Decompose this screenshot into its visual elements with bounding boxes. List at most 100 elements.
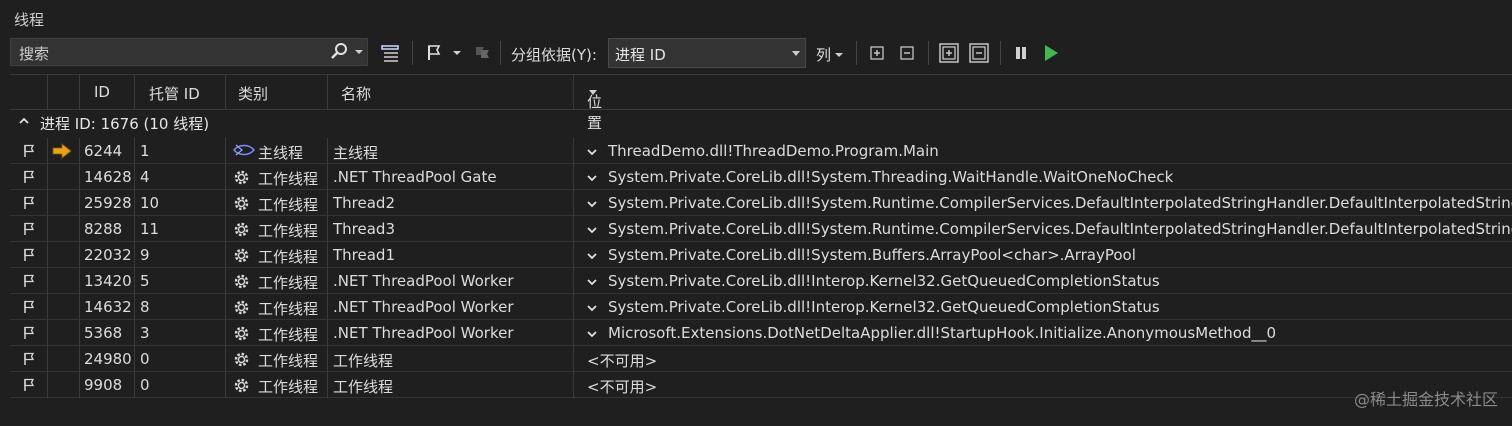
flag-icon xyxy=(428,45,441,60)
flag-icon[interactable] xyxy=(22,196,36,214)
minus-box-icon xyxy=(900,46,914,60)
thread-row[interactable]: 6244 1 主线程 主线程 ThreadDemo.dll!ThreadDemo.Pro… xyxy=(10,138,1512,164)
flag-cell xyxy=(10,164,48,190)
expand-group-button[interactable] xyxy=(866,41,888,65)
flag-button[interactable] xyxy=(422,41,446,65)
column-label: 托管 ID xyxy=(149,85,200,103)
column-label: 位置 xyxy=(587,83,602,132)
managed-id-cell: 4 xyxy=(135,164,226,190)
thread-row[interactable]: 8288 11 工作线程 Thread3 System.Private.CoreLib.… xyxy=(10,216,1512,242)
thread-category: 工作线程 xyxy=(258,222,319,240)
worker-thread-gear-icon xyxy=(233,247,250,268)
thread-location: System.Private.CoreLib.dll!System.Runtim… xyxy=(608,220,1512,238)
flag-icon[interactable] xyxy=(22,300,36,318)
flag-cell xyxy=(10,346,48,372)
search-icon[interactable] xyxy=(329,42,349,66)
location-cell: System.Private.CoreLib.dll!Interop.Kerne… xyxy=(574,268,1512,294)
flag-cell xyxy=(10,372,48,398)
search-dropdown-icon[interactable] xyxy=(354,44,364,64)
thread-row[interactable]: 24980 0 工作线程 工作线程 <不可用> xyxy=(10,346,1512,372)
thread-category: 工作线程 xyxy=(258,274,319,292)
name-cell: .NET ThreadPool Gate xyxy=(328,164,574,190)
current-thread-cell xyxy=(48,164,80,190)
play-icon xyxy=(1045,45,1058,61)
watermark: @稀土掘金技术社区 xyxy=(1353,390,1498,409)
worker-thread-gear-icon xyxy=(233,299,250,320)
worker-thread-gear-icon xyxy=(233,221,250,242)
column-header-name[interactable]: 名称 xyxy=(328,75,574,109)
expand-callstack-chevron-down-icon[interactable] xyxy=(586,274,598,292)
collapse-all-button[interactable] xyxy=(967,41,991,65)
group-by-select[interactable]: 进程 ID xyxy=(608,38,806,68)
thread-row[interactable]: 14632 8 工作线程 .NET ThreadPool Worker System.P… xyxy=(10,294,1512,320)
chevron-down-icon xyxy=(792,51,800,56)
id-cell: 8288 xyxy=(80,216,135,242)
flag-dropdown-button[interactable] xyxy=(450,41,464,65)
flag-cell xyxy=(10,216,48,242)
thread-id: 6244 xyxy=(84,142,123,160)
expand-callstack-chevron-down-icon[interactable] xyxy=(586,326,598,344)
expand-callstack-chevron-down-icon[interactable] xyxy=(586,222,598,240)
current-thread-cell xyxy=(48,242,80,268)
thaw-threads-button[interactable] xyxy=(1040,41,1062,65)
thread-row[interactable]: 5368 3 工作线程 .NET ThreadPool Worker Microsoft… xyxy=(10,320,1512,346)
chevron-down-icon xyxy=(453,51,461,55)
flag-cell xyxy=(10,320,48,346)
column-header-flag[interactable] xyxy=(10,75,48,109)
thread-id: 24980 xyxy=(84,350,132,368)
expand-all-button[interactable] xyxy=(937,41,961,65)
worker-thread-gear-icon xyxy=(233,351,250,372)
managed-thread-id: 10 xyxy=(140,194,160,212)
flag-icon[interactable] xyxy=(22,274,36,292)
expand-callstack-chevron-down-icon[interactable] xyxy=(586,170,598,188)
flag-just-my-code-button[interactable] xyxy=(470,41,494,65)
name-cell: Thread3 xyxy=(328,216,574,242)
flag-icon[interactable] xyxy=(22,378,36,396)
expand-callstack-chevron-down-icon[interactable] xyxy=(586,300,598,318)
managed-thread-id: 4 xyxy=(140,168,150,186)
collapse-group-button[interactable] xyxy=(896,41,918,65)
group-by-value: 进程 ID xyxy=(615,46,666,64)
id-cell: 9908 xyxy=(80,372,135,398)
worker-thread-gear-icon xyxy=(233,377,250,398)
expand-callstacks-button[interactable] xyxy=(378,41,402,65)
id-cell: 14632 xyxy=(80,294,135,320)
current-thread-cell xyxy=(48,294,80,320)
thread-row[interactable]: 13420 5 工作线程 .NET ThreadPool Worker System.P… xyxy=(10,268,1512,294)
column-header-category[interactable]: 类别 xyxy=(226,75,328,109)
flag-icon[interactable] xyxy=(22,326,36,344)
flag-icon[interactable] xyxy=(22,248,36,266)
freeze-threads-button[interactable] xyxy=(1010,41,1032,65)
thread-row[interactable]: 25928 10 工作线程 Thread2 System.Private.CoreLib… xyxy=(10,190,1512,216)
flag-icon[interactable] xyxy=(22,170,36,188)
column-header-managed-id[interactable]: 托管 ID xyxy=(135,75,226,109)
process-group-header[interactable]: 进程 ID: 1676 (10 线程) xyxy=(10,111,1512,133)
location-cell: Microsoft.Extensions.DotNetDeltaApplier.… xyxy=(574,320,1512,346)
flag-icon[interactable] xyxy=(22,144,36,162)
search-box[interactable]: 搜索 xyxy=(10,38,368,66)
column-header-current[interactable] xyxy=(48,75,80,109)
managed-thread-id: 0 xyxy=(140,350,150,368)
flag-icon[interactable] xyxy=(22,222,36,240)
current-thread-cell xyxy=(48,320,80,346)
flag-icon[interactable] xyxy=(22,352,36,370)
column-header-id[interactable]: ID xyxy=(80,75,135,109)
expand-callstack-chevron-down-icon[interactable] xyxy=(586,196,598,214)
thread-row[interactable]: 14628 4 工作线程 .NET ThreadPool Gate System.Pri… xyxy=(10,164,1512,190)
thread-location: System.Private.CoreLib.dll!System.Buffer… xyxy=(608,246,1136,264)
expand-callstack-chevron-down-icon[interactable] xyxy=(586,144,598,162)
column-header-location[interactable]: 位置 xyxy=(574,75,1512,132)
managed-id-cell: 9 xyxy=(135,242,226,268)
thread-row[interactable]: 9908 0 工作线程 工作线程 <不可用> xyxy=(10,372,1512,398)
name-cell: Thread1 xyxy=(328,242,574,268)
columns-menu-button[interactable]: 列 xyxy=(816,44,845,65)
current-thread-cell xyxy=(48,216,80,242)
managed-thread-id: 8 xyxy=(140,298,150,316)
thread-id: 13420 xyxy=(84,272,132,290)
expand-callstack-chevron-down-icon[interactable] xyxy=(586,248,598,266)
thread-row[interactable]: 22032 9 工作线程 Thread1 System.Private.CoreLib.… xyxy=(10,242,1512,268)
thread-location: System.Private.CoreLib.dll!Interop.Kerne… xyxy=(608,298,1160,316)
search-input[interactable]: 搜索 xyxy=(19,43,49,64)
thread-id: 14632 xyxy=(84,298,132,316)
column-label: 名称 xyxy=(341,85,372,103)
